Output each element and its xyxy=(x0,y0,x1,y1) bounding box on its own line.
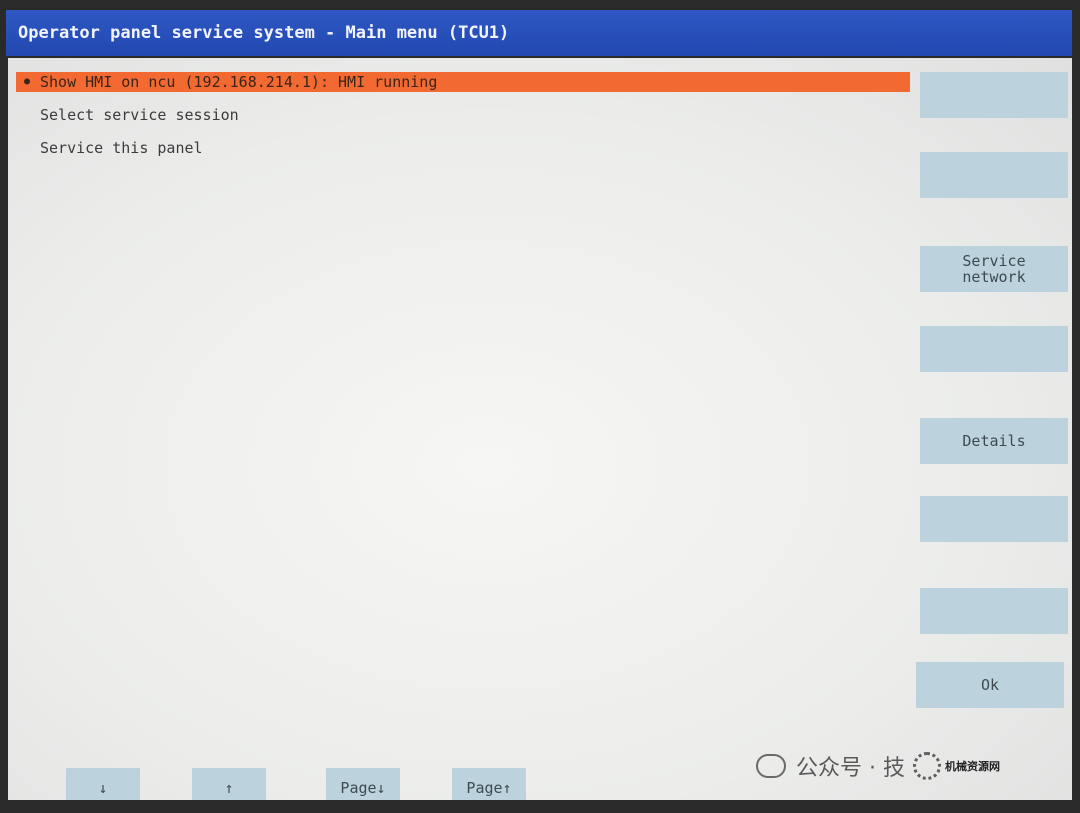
menu-item-label: Show HMI on ncu (192.168.214.1): HMI run… xyxy=(40,73,438,91)
menu-item-label: Select service session xyxy=(40,106,239,124)
softkey-v4[interactable] xyxy=(920,326,1068,372)
watermark-site: 机械资源网 xyxy=(944,760,1000,773)
softkey-label: Page↑ xyxy=(466,779,512,797)
softkey-details[interactable]: Details xyxy=(920,418,1068,464)
softkey-page-down[interactable]: Page↓ xyxy=(326,768,400,800)
softkey-v1[interactable] xyxy=(920,72,1068,118)
softkey-label: Ok xyxy=(980,676,1000,694)
menu-item-show-hmi[interactable]: ● Show HMI on ncu (192.168.214.1): HMI r… xyxy=(16,72,910,92)
menu-item-service-this-panel[interactable]: Service this panel xyxy=(16,138,910,158)
gear-logo-icon xyxy=(912,752,941,780)
menu-item-select-service-session[interactable]: Select service session xyxy=(16,105,910,125)
softkey-v7[interactable] xyxy=(920,588,1068,634)
softkey-v2[interactable] xyxy=(920,152,1068,198)
arrow-up-icon: ↑ xyxy=(224,779,234,797)
menu-item-label: Service this panel xyxy=(40,139,203,157)
softkey-v6[interactable] xyxy=(920,496,1068,542)
watermark-text: 公众号 · 技 xyxy=(796,756,905,781)
softkey-label-line2: network xyxy=(962,268,1026,286)
arrow-down-icon: ↓ xyxy=(98,779,108,797)
window-title: Operator panel service system - Main men… xyxy=(6,10,1072,56)
softkey-label: Details xyxy=(962,432,1026,450)
softkey-scroll-up[interactable]: ↑ xyxy=(192,768,266,800)
main-menu-area: ● Show HMI on ncu (192.168.214.1): HMI r… xyxy=(8,58,1072,800)
softkey-scroll-down[interactable]: ↓ xyxy=(66,768,140,800)
softkey-ok[interactable]: Ok xyxy=(916,662,1064,708)
softkey-label-line1: Service xyxy=(962,252,1026,270)
watermark: 公众号 · 技 机械资源网 xyxy=(756,746,1056,786)
wechat-icon xyxy=(756,754,786,778)
softkey-label: Page↓ xyxy=(340,779,386,797)
softkey-page-up[interactable]: Page↑ xyxy=(452,768,526,800)
selection-bullet-icon: ● xyxy=(24,76,31,87)
operator-panel-screen: Operator panel service system - Main men… xyxy=(0,0,1080,813)
softkey-service-network[interactable]: Service network xyxy=(920,246,1068,292)
